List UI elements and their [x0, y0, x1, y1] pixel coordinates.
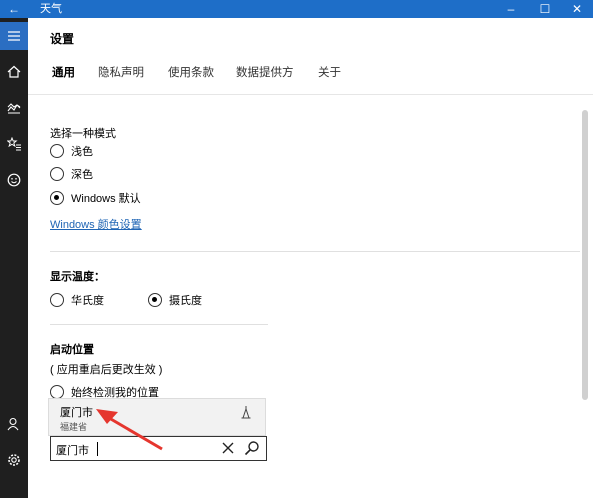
radio-celsius[interactable]: 摄氏度 — [148, 291, 202, 309]
tab-about[interactable]: 关于 — [318, 64, 341, 80]
radio-circle[interactable] — [50, 385, 64, 399]
radio-circle[interactable] — [50, 293, 64, 307]
mode-label: 选择一种模式 — [50, 128, 116, 140]
suggestion-province: 福建省 — [60, 422, 88, 432]
home-icon[interactable] — [0, 58, 28, 86]
hamburger-icon[interactable] — [0, 22, 28, 50]
radio-dark[interactable]: 深色 — [50, 165, 93, 183]
radio-circle[interactable] — [50, 191, 64, 205]
divider — [50, 324, 268, 325]
temperature-label: 显示温度： — [50, 271, 105, 283]
startup-note: ( 应用重启后更改生效 ) — [50, 364, 163, 376]
tab-general[interactable]: 通用 — [52, 64, 75, 80]
radio-fahrenheit[interactable]: 华氏度 — [50, 291, 104, 309]
startup-label: 启动位置 — [50, 344, 94, 356]
radio-light[interactable]: 浅色 — [50, 142, 93, 160]
search-value: 厦门市 — [56, 445, 89, 457]
windows-color-settings-link[interactable]: Windows 颜色设置 — [50, 216, 142, 232]
radio-circle[interactable] — [50, 167, 64, 181]
tab-data-providers[interactable]: 数据提供方 — [236, 64, 294, 80]
settings-icon[interactable] — [0, 446, 28, 474]
close-icon[interactable]: ✕ — [563, 0, 591, 18]
chart-icon[interactable] — [0, 94, 28, 122]
radio-fahrenheit-label: 华氏度 — [71, 295, 104, 307]
radio-windows-default-label: Windows 默认 — [71, 193, 141, 205]
maximize-icon[interactable]: ☐ — [531, 0, 559, 18]
radio-light-label: 浅色 — [71, 146, 93, 158]
user-icon[interactable] — [0, 410, 28, 438]
radio-celsius-label: 摄氏度 — [169, 295, 202, 307]
red-arrow-annotation — [96, 409, 163, 451]
suggestion-city: 厦门市 — [60, 407, 93, 419]
tab-privacy[interactable]: 隐私声明 — [98, 64, 144, 80]
smiley-icon[interactable] — [0, 166, 28, 194]
back-arrow-icon[interactable]: ← — [6, 0, 22, 18]
page-title: 设置 — [50, 32, 75, 46]
radio-windows-default[interactable]: Windows 默认 — [50, 189, 141, 207]
left-nav — [0, 18, 28, 498]
tab-terms[interactable]: 使用条款 — [168, 64, 214, 80]
search-icon[interactable] — [244, 440, 260, 456]
favorites-icon[interactable] — [0, 130, 28, 158]
divider — [50, 251, 580, 252]
clear-icon[interactable] — [220, 440, 236, 456]
radio-circle[interactable] — [148, 293, 162, 307]
scrollbar[interactable] — [582, 110, 588, 400]
radio-dark-label: 深色 — [71, 169, 93, 181]
radio-circle[interactable] — [50, 144, 64, 158]
title-bar: ← 天气 – ☐ ✕ — [0, 0, 593, 18]
header-divider — [28, 94, 593, 95]
minimize-icon[interactable]: – — [497, 0, 525, 18]
location-pin-icon — [241, 406, 251, 419]
window-title: 天气 — [40, 3, 62, 15]
